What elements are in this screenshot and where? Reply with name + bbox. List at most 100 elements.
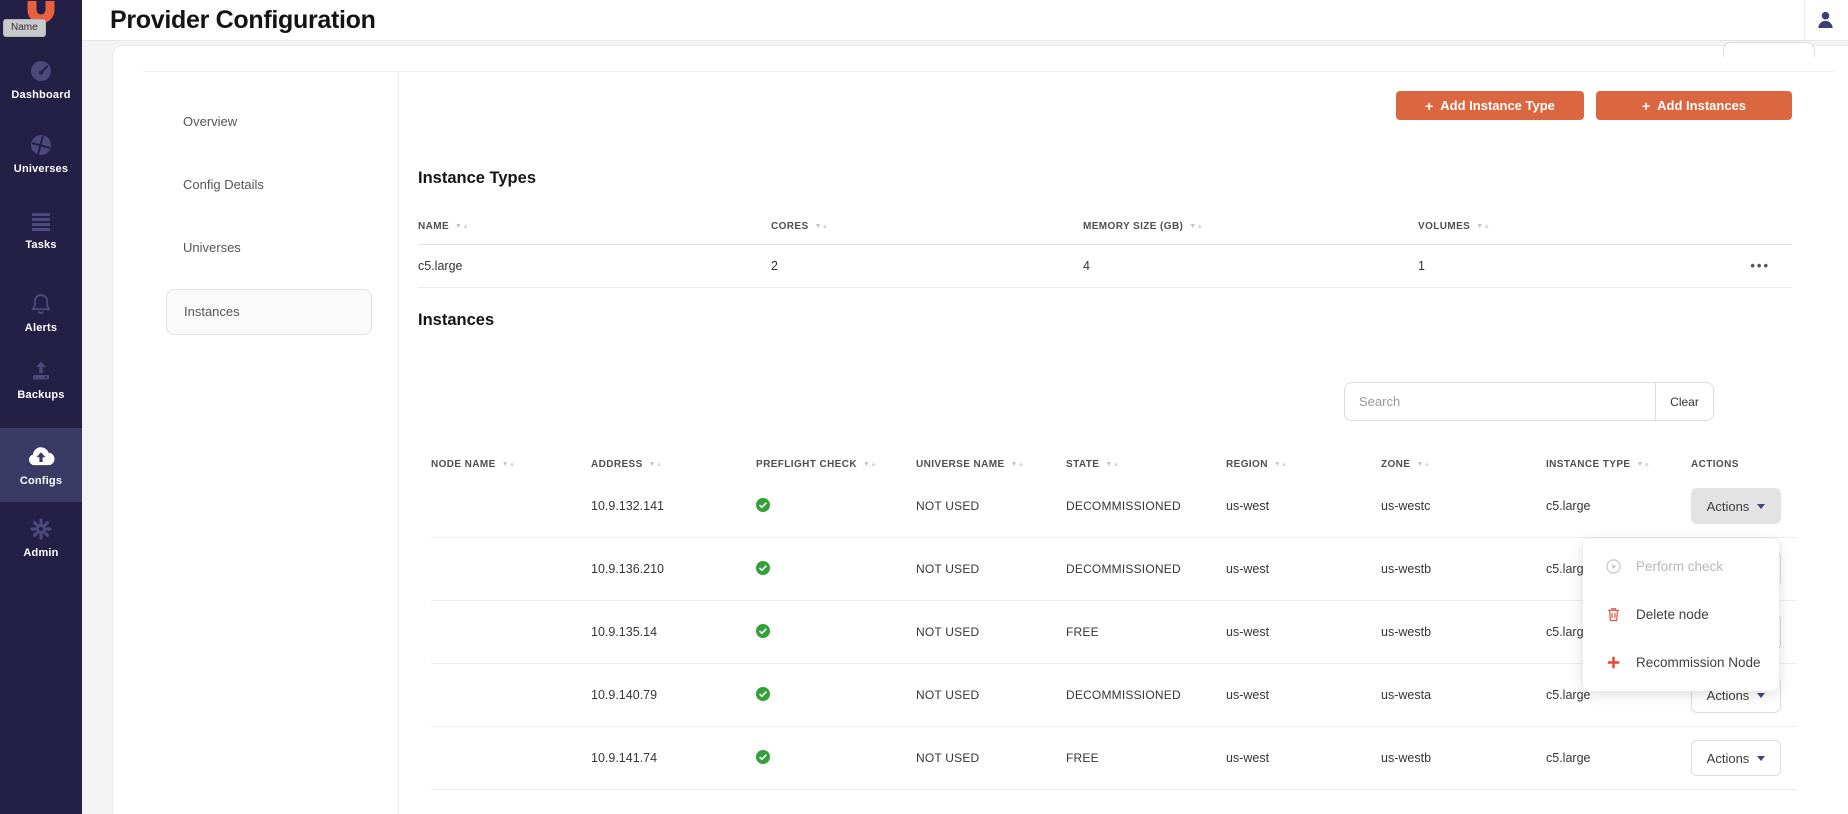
caret-down-icon xyxy=(1757,504,1765,509)
menu-item-perform-check[interactable]: Perform check xyxy=(1583,542,1779,590)
menu-item-delete-node[interactable]: Delete node xyxy=(1583,590,1779,638)
instance-type-name: c5.large xyxy=(418,259,771,273)
logo-name-tooltip: Name xyxy=(3,19,46,37)
instance-address: 10.9.135.14 xyxy=(591,625,756,639)
add-instance-type-button[interactable]: + Add Instance Type xyxy=(1396,91,1584,120)
instances-header-row: NODE NAME▼▲ ADDRESS▼▲ PREFLIGHT CHECK▼▲ … xyxy=(431,453,1797,475)
clear-search-button[interactable]: Clear xyxy=(1656,382,1714,421)
clipped-dropdown-button[interactable] xyxy=(1723,42,1815,57)
sidebar-item-tasks[interactable]: Tasks xyxy=(0,208,82,251)
sidebar-item-backups[interactable]: Backups xyxy=(0,358,82,401)
sort-icon[interactable]: ▼▲ xyxy=(455,223,469,230)
column-header-universe-name[interactable]: UNIVERSE NAME▼▲ xyxy=(916,459,1066,470)
instance-zone: us-westb xyxy=(1381,562,1546,576)
tasks-list-icon xyxy=(0,208,82,233)
column-header-volumes[interactable]: VOLUMES▼▲ xyxy=(1418,221,1678,232)
actions-dropdown-menu: Perform check Delete node Recommission N… xyxy=(1583,539,1779,691)
sidebar-item-universes[interactable]: Universes xyxy=(0,132,82,175)
instance-address: 10.9.141.74 xyxy=(591,751,756,765)
config-nav-instances[interactable]: Instances xyxy=(166,289,372,335)
instance-zone: us-westc xyxy=(1381,499,1546,513)
instances-search: Clear xyxy=(1344,382,1714,421)
actions-dropdown-button[interactable]: Actions xyxy=(1691,740,1781,776)
sidebar-item-alerts[interactable]: Alerts xyxy=(0,291,82,334)
sort-icon[interactable]: ▼▲ xyxy=(1011,461,1025,468)
config-nav-divider xyxy=(398,71,399,814)
preflight-check-cell xyxy=(756,561,916,578)
column-header-preflight-check[interactable]: PREFLIGHT CHECK▼▲ xyxy=(756,459,916,470)
instance-universe-name: NOT USED xyxy=(916,562,1066,576)
sidebar-item-dashboard[interactable]: Dashboard xyxy=(0,58,82,101)
config-nav-universes[interactable]: Universes xyxy=(183,240,241,255)
sort-icon[interactable]: ▼▲ xyxy=(1105,461,1119,468)
instance-region: us-west xyxy=(1226,625,1381,639)
menu-item-recommission-node[interactable]: Recommission Node xyxy=(1583,638,1779,686)
column-header-memory[interactable]: MEMORY SIZE (GB)▼▲ xyxy=(1083,221,1418,232)
user-profile-icon[interactable] xyxy=(1816,10,1835,34)
column-header-name[interactable]: NAME▼▲ xyxy=(418,221,771,232)
instance-region: us-west xyxy=(1226,688,1381,702)
add-instances-button[interactable]: + Add Instances xyxy=(1596,91,1792,120)
main-sidebar: Name Dashboard Universes Tasks Alerts Ba… xyxy=(0,0,82,814)
sort-icon[interactable]: ▼▲ xyxy=(1416,461,1430,468)
preflight-check-cell xyxy=(756,624,916,641)
sort-icon[interactable]: ▼▲ xyxy=(1274,461,1288,468)
instance-state: FREE xyxy=(1066,625,1226,639)
preflight-check-cell xyxy=(756,498,916,515)
sort-icon[interactable]: ▼▲ xyxy=(649,461,663,468)
column-header-instance-type[interactable]: INSTANCE TYPE▼▲ xyxy=(1546,459,1691,470)
actions-button-label: Actions xyxy=(1707,499,1750,514)
actions-dropdown-button[interactable]: Actions xyxy=(1691,488,1781,524)
instance-actions-cell: Actions xyxy=(1691,488,1797,524)
play-circle-icon xyxy=(1605,559,1621,574)
instance-universe-name: NOT USED xyxy=(916,625,1066,639)
preflight-pass-icon xyxy=(756,498,770,512)
trash-icon xyxy=(1605,607,1621,622)
instance-type-memory: 4 xyxy=(1083,259,1418,273)
sort-icon[interactable]: ▼▲ xyxy=(502,461,516,468)
caret-down-icon xyxy=(1757,756,1765,761)
top-bar: Provider Configuration xyxy=(82,0,1848,41)
sort-icon[interactable]: ▼▲ xyxy=(863,461,877,468)
instance-instance-type: c5.large xyxy=(1546,499,1691,513)
instance-universe-name: NOT USED xyxy=(916,751,1066,765)
instance-row: 10.9.141.74 NOT USED FREE us-west us-wes… xyxy=(431,727,1797,790)
more-options-icon[interactable]: ••• xyxy=(1750,258,1770,273)
preflight-pass-icon xyxy=(756,750,770,764)
instance-address: 10.9.140.79 xyxy=(591,688,756,702)
instance-type-row: c5.large 2 4 1 ••• xyxy=(418,245,1792,288)
instance-state: DECOMMISSIONED xyxy=(1066,499,1226,513)
sidebar-item-admin[interactable]: Admin xyxy=(0,516,82,559)
instance-zone: us-westa xyxy=(1381,688,1546,702)
sort-icon[interactable]: ▼▲ xyxy=(1476,223,1490,230)
column-header-node-name[interactable]: NODE NAME▼▲ xyxy=(431,459,591,470)
sidebar-item-configs[interactable]: Configs xyxy=(0,444,82,487)
preflight-pass-icon xyxy=(756,687,770,701)
config-nav-overview[interactable]: Overview xyxy=(183,114,237,129)
instance-state: DECOMMISSIONED xyxy=(1066,562,1226,576)
column-header-cores[interactable]: CORES▼▲ xyxy=(771,221,1083,232)
search-input[interactable] xyxy=(1344,382,1656,421)
instance-types-table: NAME▼▲ CORES▼▲ MEMORY SIZE (GB)▼▲ VOLUME… xyxy=(418,209,1792,288)
sort-icon[interactable]: ▼▲ xyxy=(815,223,829,230)
sort-icon[interactable]: ▼▲ xyxy=(1189,223,1203,230)
instance-address: 10.9.132.141 xyxy=(591,499,756,513)
instance-universe-name: NOT USED xyxy=(916,688,1066,702)
instance-types-header-row: NAME▼▲ CORES▼▲ MEMORY SIZE (GB)▼▲ VOLUME… xyxy=(418,209,1792,245)
column-header-address[interactable]: ADDRESS▼▲ xyxy=(591,459,756,470)
instance-types-body: c5.large 2 4 1 ••• xyxy=(418,245,1792,288)
instance-actions-cell: Actions xyxy=(1691,740,1797,776)
actions-button-label: Actions xyxy=(1707,751,1750,766)
instances-title: Instances xyxy=(418,311,494,330)
column-header-state[interactable]: STATE▼▲ xyxy=(1066,459,1226,470)
provider-config-card: Overview Config Details Universes Instan… xyxy=(112,45,1848,814)
card-top-divider xyxy=(143,71,1835,72)
column-header-zone[interactable]: ZONE▼▲ xyxy=(1381,459,1546,470)
column-header-actions: ACTIONS xyxy=(1691,459,1797,470)
column-header-region[interactable]: REGION▼▲ xyxy=(1226,459,1381,470)
instance-types-title: Instance Types xyxy=(418,169,536,188)
sort-icon[interactable]: ▼▲ xyxy=(1636,461,1650,468)
config-nav-config-details[interactable]: Config Details xyxy=(183,177,264,192)
preflight-pass-icon xyxy=(756,624,770,638)
instance-region: us-west xyxy=(1226,562,1381,576)
